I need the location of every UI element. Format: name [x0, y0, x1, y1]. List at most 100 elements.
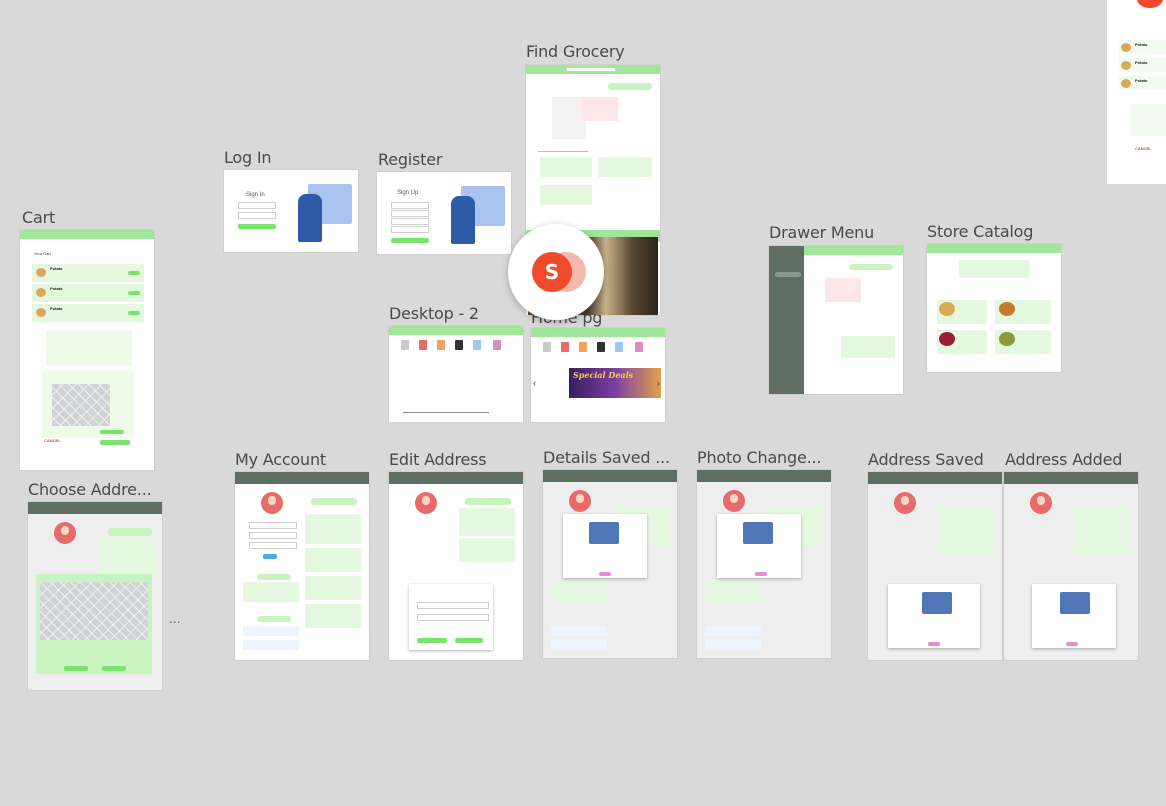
- frame-cart-partial[interactable]: Potato Potato Potato CANCEL: [1107, 0, 1166, 184]
- category-tile[interactable]: [635, 342, 643, 352]
- category-tile[interactable]: [615, 342, 623, 352]
- drawer-item-active[interactable]: [775, 272, 801, 277]
- name-field[interactable]: [391, 202, 429, 209]
- avatar[interactable]: [415, 492, 437, 514]
- frame-label-register[interactable]: Register: [378, 150, 442, 169]
- frame-log-in[interactable]: Sign In: [224, 170, 358, 252]
- address-line-field[interactable]: [417, 602, 489, 609]
- store-card[interactable]: [598, 157, 652, 177]
- landmark-field[interactable]: [417, 614, 489, 621]
- proceed-button[interactable]: [100, 440, 130, 445]
- remove-button[interactable]: [128, 291, 140, 295]
- order-history-tab[interactable]: [465, 498, 511, 505]
- avatar[interactable]: [261, 492, 283, 514]
- paytm-option[interactable]: [705, 626, 761, 636]
- category-tile[interactable]: [437, 340, 445, 350]
- store-card[interactable]: [540, 157, 592, 177]
- frame-edit-address[interactable]: [389, 472, 523, 660]
- cancel-link[interactable]: CANCEL: [44, 438, 61, 443]
- cancel-button[interactable]: [64, 666, 88, 671]
- delivery-map[interactable]: [52, 384, 110, 426]
- frame-label-cart[interactable]: Cart: [22, 208, 55, 227]
- use-current-location-button[interactable]: [417, 638, 447, 643]
- frame-label-edit-address[interactable]: Edit Address: [389, 450, 487, 469]
- carousel-next-icon[interactable]: ›: [657, 378, 660, 388]
- category-tile[interactable]: [455, 340, 463, 350]
- ok-button[interactable]: [599, 572, 611, 576]
- drawer-panel[interactable]: [769, 246, 804, 394]
- frame-label-address-saved[interactable]: Address Saved: [868, 450, 984, 469]
- sign-up-button[interactable]: [391, 238, 429, 243]
- frame-label-drawer-menu[interactable]: Drawer Menu: [769, 223, 874, 242]
- category-tile[interactable]: [401, 340, 409, 350]
- email-field[interactable]: [391, 210, 429, 217]
- save-button[interactable]: [102, 666, 126, 671]
- frame-desktop-2[interactable]: [389, 326, 523, 422]
- store-card[interactable]: [841, 336, 895, 358]
- email-field[interactable]: [238, 202, 276, 209]
- paytm-option[interactable]: [551, 626, 607, 636]
- paypal-option[interactable]: [705, 640, 761, 650]
- address-tab[interactable]: [257, 574, 291, 580]
- order-history-tab[interactable]: [311, 498, 357, 505]
- phone-field[interactable]: [249, 542, 297, 549]
- payment-tab[interactable]: [257, 616, 291, 622]
- frame-register[interactable]: Sign Up: [377, 172, 511, 254]
- find-store-button[interactable]: [608, 83, 652, 90]
- paypal-option[interactable]: [551, 640, 607, 650]
- ok-button[interactable]: [1066, 642, 1078, 646]
- category-tile[interactable]: [419, 340, 427, 350]
- plugin-badge[interactable]: S: [508, 224, 604, 320]
- frame-choose-address[interactable]: [28, 502, 162, 690]
- email-field[interactable]: [249, 532, 297, 539]
- frame-label-log-in[interactable]: Log In: [224, 148, 272, 167]
- confirm-password-field[interactable]: [391, 226, 429, 233]
- avatar[interactable]: [723, 490, 745, 512]
- category-tile[interactable]: [473, 340, 481, 350]
- frame-label-my-account[interactable]: My Account: [235, 450, 326, 469]
- frame-label-address-added[interactable]: Address Added: [1005, 450, 1122, 469]
- frame-label-choose-address[interactable]: Choose Addre...: [28, 480, 152, 499]
- avatar[interactable]: [569, 490, 591, 512]
- category-tile[interactable]: [543, 342, 551, 352]
- sign-in-button[interactable]: [238, 224, 276, 229]
- frame-label-store-catalog[interactable]: Store Catalog: [927, 222, 1033, 241]
- find-store-button[interactable]: [849, 264, 893, 270]
- paytm-option[interactable]: [243, 626, 299, 636]
- frame-label-find-grocery[interactable]: Find Grocery: [526, 42, 625, 61]
- frame-label-desktop-2[interactable]: Desktop - 2: [389, 304, 479, 323]
- password-field[interactable]: [391, 218, 429, 225]
- store-card[interactable]: [540, 185, 592, 205]
- search-input[interactable]: [566, 67, 616, 72]
- address-card[interactable]: [243, 582, 299, 602]
- cancel-link[interactable]: CANCEL: [1135, 146, 1152, 151]
- category-list[interactable]: [552, 97, 586, 139]
- ok-button[interactable]: [755, 572, 767, 576]
- avatar[interactable]: [894, 492, 916, 514]
- frame-label-details-saved[interactable]: Details Saved ...: [543, 448, 670, 467]
- frame-label-photo-change[interactable]: Photo Change...: [697, 448, 821, 467]
- frame-home-pg[interactable]: ‹ Special Deals ›: [531, 328, 665, 422]
- paypal-option[interactable]: [243, 640, 299, 650]
- filter-panel[interactable]: [582, 97, 618, 121]
- frame-address-saved[interactable]: [868, 472, 1002, 660]
- frame-store-catalog[interactable]: [927, 244, 1061, 372]
- frame-drawer-menu[interactable]: [769, 246, 903, 394]
- frame-address-added[interactable]: [1004, 472, 1138, 660]
- frame-details-saved[interactable]: [543, 470, 677, 658]
- frame-cart[interactable]: Your Cart Potato Potato Potato CANCEL: [20, 230, 154, 470]
- confirm-button[interactable]: [100, 430, 124, 434]
- avatar[interactable]: [54, 522, 76, 544]
- save-button[interactable]: [263, 554, 277, 559]
- frame-photo-change[interactable]: [697, 470, 831, 658]
- location-map[interactable]: [40, 582, 148, 640]
- category-tile[interactable]: [493, 340, 501, 350]
- carousel-prev-icon[interactable]: ‹: [533, 378, 536, 388]
- category-tile[interactable]: [597, 342, 605, 352]
- save-address-button[interactable]: [455, 638, 483, 643]
- avatar[interactable]: [1030, 492, 1052, 514]
- ok-button[interactable]: [928, 642, 940, 646]
- password-field[interactable]: [238, 212, 276, 219]
- remove-button[interactable]: [128, 271, 140, 275]
- category-tile[interactable]: [579, 342, 587, 352]
